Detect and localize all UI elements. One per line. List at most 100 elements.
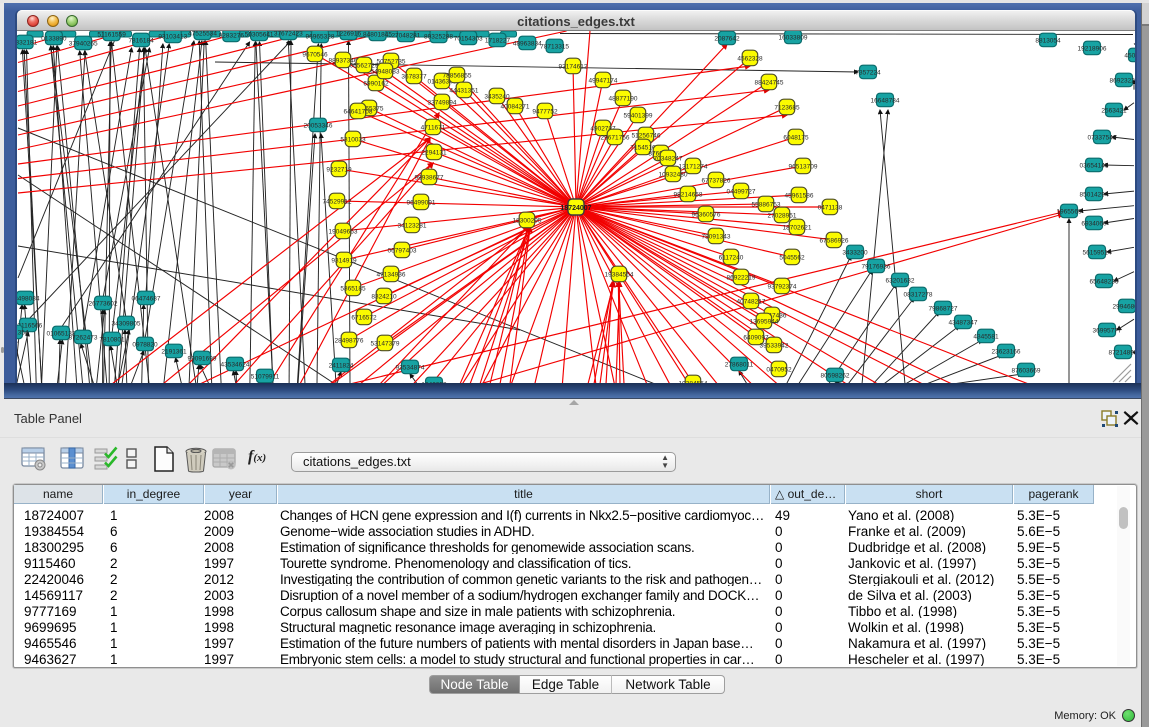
svg-text:6716572: 6716572 [351, 314, 377, 321]
svg-text:19218906: 19218906 [1078, 45, 1107, 52]
svg-text:86922219: 86922219 [727, 274, 756, 281]
svg-text:2087642: 2087642 [714, 35, 740, 42]
svg-text:13695944: 13695944 [750, 318, 779, 325]
svg-text:0471138: 0471138 [818, 204, 843, 211]
svg-text:04499727: 04499727 [727, 188, 756, 195]
svg-text:18300295: 18300295 [513, 217, 542, 224]
svg-text:43534624: 43534624 [221, 361, 250, 368]
svg-text:43487347: 43487347 [949, 319, 978, 326]
svg-text:34123281: 34123281 [398, 222, 427, 229]
svg-text:9314919: 9314919 [331, 257, 357, 264]
svg-text:51079911: 51079911 [251, 373, 280, 380]
svg-text:51256746: 51256746 [632, 132, 661, 139]
svg-text:67586926: 67586926 [820, 237, 849, 244]
svg-text:78856855: 78856855 [443, 72, 472, 79]
svg-text:47525534: 47525534 [188, 31, 217, 37]
svg-text:70348247: 70348247 [654, 155, 683, 162]
svg-text:0133890: 0133890 [41, 35, 67, 42]
svg-text:44431351: 44431351 [450, 87, 479, 94]
svg-text:1226916: 1226916 [336, 31, 362, 37]
svg-text:5045562: 5045562 [779, 254, 805, 261]
svg-text:84801845: 84801845 [363, 31, 392, 38]
svg-text:6934060: 6934060 [1081, 220, 1107, 227]
svg-text:99938677: 99938677 [415, 174, 444, 181]
svg-text:2411824: 2411824 [329, 362, 354, 369]
svg-text:87603669: 87603669 [1012, 367, 1041, 374]
svg-text:28498776: 28498776 [335, 337, 364, 344]
svg-text:79176936: 79176936 [862, 263, 891, 270]
svg-text:13171274: 13171274 [679, 163, 708, 170]
svg-text:10932480: 10932480 [659, 171, 688, 178]
svg-text:27048281: 27048281 [391, 32, 420, 39]
svg-text:6409097: 6409097 [743, 334, 769, 341]
svg-text:1718227: 1718227 [485, 37, 511, 44]
svg-text:93792374: 93792374 [768, 283, 797, 290]
svg-text:7357224: 7357224 [855, 69, 881, 76]
svg-text:93174612: 93174612 [559, 63, 588, 70]
svg-text:18702621: 18702621 [783, 224, 812, 231]
svg-text:56159514: 56159514 [1083, 249, 1112, 256]
svg-text:40084271: 40084271 [501, 103, 530, 110]
svg-text:79868727: 79868727 [929, 305, 958, 312]
svg-text:8813054: 8813054 [1035, 37, 1061, 44]
svg-text:06797403: 06797403 [388, 247, 417, 254]
svg-text:0470952: 0470952 [766, 366, 792, 373]
svg-text:67737826: 67737826 [702, 177, 731, 184]
svg-text:80598262: 80598262 [821, 372, 850, 379]
svg-text:7810801: 7810801 [99, 336, 125, 343]
svg-text:27028951: 27028951 [768, 212, 797, 219]
svg-text:37672423: 37672423 [274, 31, 303, 37]
svg-text:4332181: 4332181 [17, 39, 38, 46]
svg-text:45961586: 45961586 [785, 192, 814, 199]
svg-text:6048175: 6048175 [783, 134, 809, 141]
svg-text:93103413: 93103413 [158, 33, 187, 40]
svg-text:36995777: 36995777 [1093, 327, 1122, 334]
svg-text:03654145: 03654145 [1080, 162, 1109, 169]
svg-text:9670546: 9670546 [302, 51, 328, 58]
svg-text:29946804: 29946804 [1113, 303, 1135, 310]
svg-text:96965328: 96965328 [306, 33, 335, 40]
svg-text:18724007: 18724007 [560, 205, 591, 212]
svg-text:9232719: 9232719 [326, 166, 352, 173]
svg-text:4505331: 4505331 [1124, 52, 1135, 59]
svg-text:5865185: 5865185 [340, 285, 366, 292]
svg-text:39533942: 39533942 [760, 342, 789, 349]
svg-text:96513709: 96513709 [789, 163, 818, 170]
svg-text:26773602: 26773602 [89, 300, 118, 307]
svg-text:7123685: 7123685 [774, 104, 800, 111]
svg-text:3433200: 3433200 [842, 249, 868, 256]
svg-text:9477752: 9477752 [532, 108, 558, 115]
svg-text:98214658: 98214658 [674, 191, 703, 198]
svg-text:8324210: 8324210 [371, 293, 397, 300]
svg-text:65648236: 65648236 [1090, 278, 1119, 285]
svg-text:4711671: 4711671 [421, 124, 446, 131]
svg-text:99091699: 99091699 [188, 355, 217, 362]
svg-text:9283276: 9283276 [219, 32, 245, 39]
svg-text:4345581: 4345581 [973, 333, 999, 340]
svg-text:0978820: 0978820 [132, 341, 158, 348]
svg-text:2191361: 2191361 [161, 348, 187, 355]
svg-text:34309805: 34309805 [112, 320, 141, 327]
svg-text:19049663: 19049663 [329, 228, 358, 235]
svg-text:70154303: 70154303 [454, 35, 483, 42]
svg-text:87262473: 87262473 [69, 334, 98, 341]
svg-text:16648784: 16648784 [871, 97, 900, 104]
svg-text:96360576: 96360576 [692, 211, 721, 218]
svg-text:2294131: 2294131 [421, 149, 447, 156]
svg-text:88424745: 88424745 [755, 79, 784, 86]
svg-text:40748217: 40748217 [737, 298, 766, 305]
svg-text:51161559: 51161559 [97, 31, 126, 38]
svg-text:74529912: 74529912 [323, 198, 352, 205]
svg-text:07337543: 07337543 [1088, 134, 1117, 141]
svg-text:37940265: 37940265 [69, 40, 98, 47]
svg-text:48877190: 48877190 [609, 95, 638, 102]
svg-text:4562328: 4562328 [737, 55, 763, 62]
svg-text:78091343: 78091343 [702, 233, 731, 240]
svg-text:86923226: 86923226 [1110, 77, 1135, 84]
svg-text:53147379: 53147379 [371, 340, 400, 347]
svg-text:89325288: 89325288 [424, 33, 453, 40]
svg-text:3678377: 3678377 [401, 73, 427, 80]
svg-text:19384554: 19384554 [605, 271, 634, 278]
svg-text:63201632: 63201632 [886, 277, 915, 284]
svg-text:06474687: 06474687 [132, 295, 161, 302]
